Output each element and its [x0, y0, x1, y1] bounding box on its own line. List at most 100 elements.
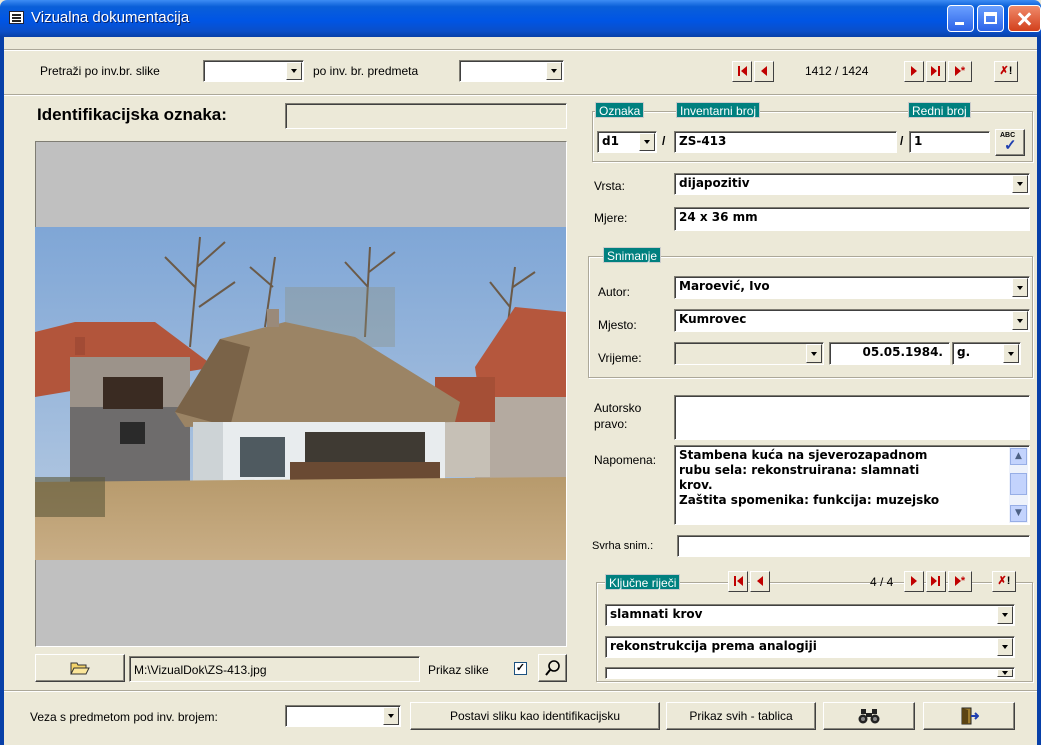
keyword-item-2[interactable]: rekonstrukcija prema analogiji — [605, 636, 1015, 658]
kw-delete-button[interactable]: ✗! — [992, 571, 1016, 592]
spellcheck-button[interactable]: ABC ✓ — [995, 129, 1025, 156]
chevron-down-icon[interactable] — [286, 62, 302, 80]
folder-open-icon — [70, 662, 90, 675]
mjesto-combo[interactable]: Kumrovec — [674, 309, 1030, 332]
vrsta-label: Vrsta: — [594, 179, 625, 193]
svrha-field[interactable] — [677, 535, 1030, 557]
autorsko-label-2: pravo: — [594, 417, 628, 431]
set-identification-label: Postavi sliku kao identifikacijsku — [449, 709, 621, 723]
kw-next-button[interactable] — [904, 571, 924, 592]
chevron-down-icon[interactable] — [1012, 278, 1028, 297]
open-file-button[interactable] — [35, 654, 125, 682]
inventarni-field[interactable]: ZS-413 — [674, 131, 897, 153]
identification-field — [285, 103, 567, 129]
oznaka-slash: / — [662, 134, 666, 148]
zoom-button[interactable] — [538, 654, 567, 682]
kw-first-button[interactable] — [728, 571, 748, 592]
first-record-button[interactable] — [732, 61, 752, 82]
napomena-line: Stambena kuća na sjeverozapadnom — [679, 448, 928, 462]
maximize-button[interactable] — [977, 5, 1004, 32]
title-bar[interactable]: Vizualna dokumentacija — [0, 0, 1041, 37]
new-record-icon — [954, 576, 961, 587]
last-record-button[interactable] — [926, 61, 946, 82]
new-record-button[interactable]: * — [948, 61, 972, 82]
scroll-thumb[interactable] — [1010, 473, 1027, 495]
kw-last-button[interactable] — [926, 571, 946, 592]
autor-value: Maroević, Ivo — [679, 279, 770, 293]
show-image-checkbox[interactable]: ✓ — [514, 662, 527, 675]
autorsko-label-1: Autorsko — [594, 401, 642, 415]
mjere-value: 24 x 36 mm — [679, 210, 758, 224]
chevron-down-icon[interactable] — [1012, 175, 1028, 193]
window-title: Vizualna dokumentacija — [31, 9, 190, 26]
file-path-value: M:\VizualDok\ZS-413.jpg — [134, 663, 267, 677]
napomena-line: rubu sela: rekonstruirana: slamnati — [679, 463, 920, 477]
mjere-field[interactable]: 24 x 36 mm — [674, 207, 1030, 231]
inventarni-tag: Inventarni broj — [676, 102, 761, 118]
chevron-down-icon[interactable] — [997, 669, 1013, 677]
keyword-item-1[interactable]: slamnati krov — [605, 604, 1015, 626]
vrsta-combo[interactable]: dijapozitiv — [674, 173, 1030, 195]
prev-record-button[interactable] — [754, 61, 774, 82]
napomena-line: Zaštita spomenika: funkcija: muzejsko — [679, 493, 940, 507]
date-suffix-combo[interactable]: g. — [952, 342, 1021, 365]
redni-tag: Redni broj — [908, 102, 971, 118]
prev-icon — [761, 66, 767, 77]
mjesto-value: Kumrovec — [679, 312, 747, 326]
chevron-down-icon[interactable] — [997, 606, 1013, 624]
napomena-textarea[interactable]: Stambena kuća na sjeverozapadnom rubu se… — [674, 445, 1030, 525]
oznaka-tag: Oznaka — [595, 102, 645, 118]
window-frame-right — [1037, 37, 1041, 745]
keyword-value: slamnati krov — [610, 607, 703, 621]
show-all-table-button[interactable]: Prikaz svih - tablica — [666, 702, 816, 730]
search-button[interactable] — [823, 702, 915, 730]
delete-record-button[interactable]: ✗! — [994, 61, 1018, 82]
new-record-icon — [954, 66, 961, 77]
close-button[interactable] — [1008, 5, 1041, 32]
chevron-down-icon[interactable] — [383, 707, 399, 725]
next-record-button[interactable] — [904, 61, 924, 82]
search-predmeta-combo[interactable] — [459, 60, 564, 82]
napomena-scrollbar[interactable]: ▲ ▼ — [1009, 447, 1028, 523]
chevron-down-icon[interactable] — [639, 133, 655, 151]
document-photo — [35, 227, 566, 560]
minimize-button[interactable] — [947, 5, 974, 32]
date-field[interactable]: 05.05.1984. — [829, 342, 950, 365]
scroll-up-icon[interactable]: ▲ — [1010, 448, 1027, 465]
mjesto-label: Mjesto: — [598, 318, 637, 332]
vrijeme-prefix-combo[interactable] — [674, 342, 824, 365]
search-slike-combo[interactable] — [203, 60, 304, 82]
chevron-down-icon[interactable] — [1003, 344, 1019, 363]
delete-icon: ✗ — [997, 575, 1007, 587]
snimanje-tag: Snimanje — [603, 247, 662, 263]
chevron-down-icon[interactable] — [806, 344, 822, 363]
kw-prev-button[interactable] — [750, 571, 770, 592]
keywords-counter: 4 / 4 — [870, 575, 894, 589]
oznaka-value: d1 — [602, 134, 619, 148]
kw-new-button[interactable]: * — [948, 571, 972, 592]
autorsko-field[interactable] — [674, 395, 1030, 440]
main-window: Vizualna dokumentacija Pretraži po inv.b… — [0, 0, 1041, 745]
next-icon — [911, 66, 917, 77]
redni-field[interactable]: 1 — [909, 131, 990, 153]
keyword-item-3[interactable] — [605, 667, 1015, 679]
chevron-down-icon[interactable] — [546, 62, 562, 80]
first-icon — [741, 66, 747, 77]
set-identification-button[interactable]: Postavi sliku kao identifikacijsku — [410, 702, 660, 730]
autor-combo[interactable]: Maroević, Ivo — [674, 276, 1030, 299]
scroll-down-icon[interactable]: ▼ — [1010, 505, 1027, 522]
oznaka-combo[interactable]: d1 — [597, 131, 657, 153]
search-predmeta-label: po inv. br. predmeta — [313, 64, 419, 78]
veza-combo[interactable] — [285, 705, 401, 727]
house-photo — [35, 227, 566, 560]
next-icon — [911, 576, 917, 587]
show-all-table-label: Prikaz svih - tablica — [689, 709, 793, 723]
chevron-down-icon[interactable] — [997, 638, 1013, 656]
first-icon — [737, 576, 743, 587]
chevron-down-icon[interactable] — [1012, 311, 1028, 330]
mjere-label: Mjere: — [594, 211, 628, 225]
exit-button[interactable] — [923, 702, 1015, 730]
autor-label: Autor: — [598, 285, 631, 299]
redni-slash: / — [900, 134, 904, 148]
binoculars-icon — [858, 709, 880, 724]
